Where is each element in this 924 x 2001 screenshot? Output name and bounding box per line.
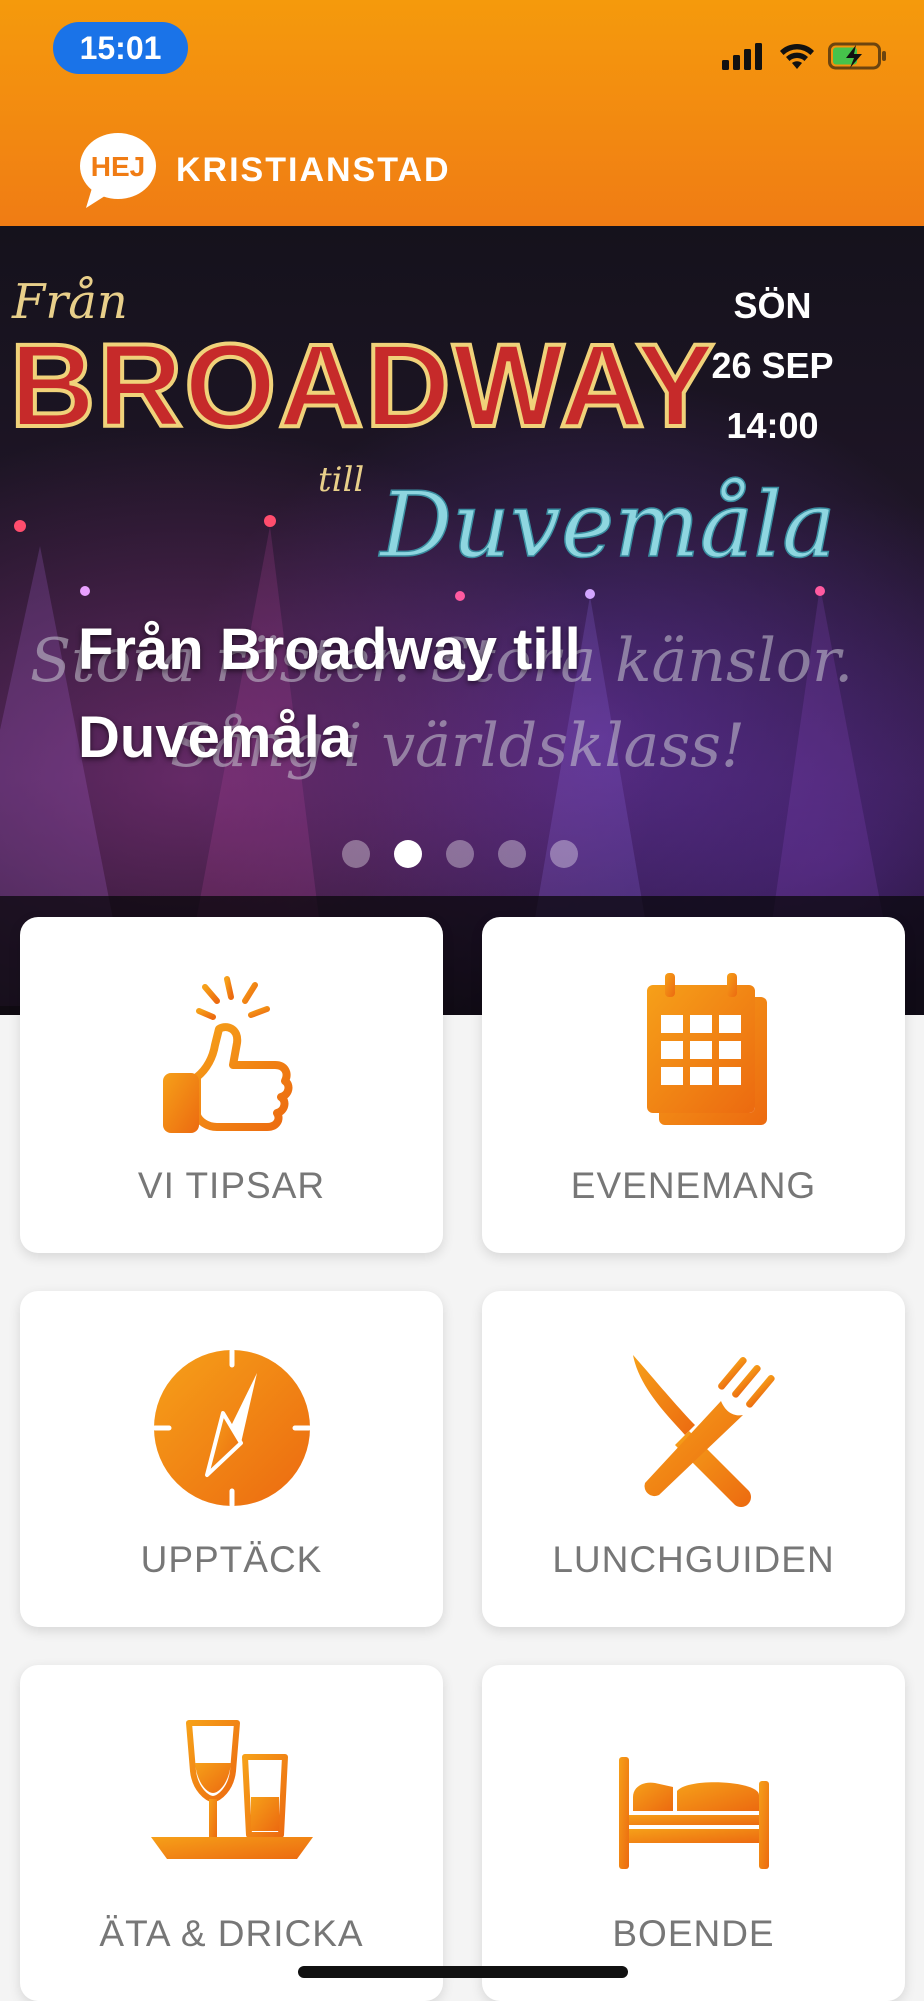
drinks-tray-icon (150, 1720, 313, 1859)
event-date-box: SÖN 26 SEP 14:00 (690, 276, 855, 456)
poster-duvemala-text: Duvemåla (378, 473, 836, 578)
logo-text: HEJ (91, 151, 145, 182)
carousel-dot[interactable] (446, 840, 474, 868)
hero-carousel[interactable]: Från BROADWAY till Duvemåla Stora röster… (0, 226, 924, 1015)
event-title[interactable]: Från Broadway till Duvemåla (78, 606, 798, 782)
tile-vi-tipsar[interactable]: VI TIPSAR (20, 917, 443, 1253)
brand-logo[interactable]: HEJ KRISTIANSTAD (78, 130, 451, 210)
brand-name: KRISTIANSTAD (176, 150, 451, 189)
compass-icon (152, 1348, 311, 1508)
tile-label: EVENEMANG (570, 1165, 817, 1206)
signal-icon (722, 43, 762, 70)
tile-label: LUNCHGUIDEN (552, 1539, 835, 1580)
poster-broadway-text: BROADWAY (10, 320, 717, 452)
home-indicator[interactable] (298, 1966, 628, 1978)
tile-lunchguiden[interactable]: LUNCHGUIDEN (482, 1291, 905, 1627)
hej-speech-bubble-icon: HEJ (80, 133, 156, 208)
tile-boende[interactable]: BOENDE (482, 1665, 905, 2001)
event-date: 26 SEP (711, 345, 834, 386)
app-header: 15:01 HEJ KRISTIANSTAD (0, 0, 924, 226)
carousel-dots[interactable] (342, 840, 578, 868)
poster-till-text: till (318, 460, 364, 500)
tile-label: UPPTÄCK (140, 1539, 323, 1580)
status-icons (722, 38, 888, 74)
thumbs-up-icon (162, 976, 292, 1133)
carousel-dot-active[interactable] (394, 840, 422, 868)
tile-ata-dricka[interactable]: ÄTA & DRICKA (20, 1665, 443, 2001)
carousel-dot[interactable] (498, 840, 526, 868)
tile-label: BOENDE (612, 1913, 775, 1954)
wifi-icon (780, 43, 814, 69)
tile-label: VI TIPSAR (137, 1165, 326, 1206)
calendar-icon (646, 973, 767, 1125)
event-time: 14:00 (726, 405, 819, 446)
battery-charging-icon (828, 42, 886, 70)
bed-icon (618, 1757, 769, 1869)
tile-evenemang[interactable]: EVENEMANG (482, 917, 905, 1253)
tile-label: ÄTA & DRICKA (99, 1913, 364, 1954)
knife-fork-icon (632, 1355, 775, 1507)
carousel-dot[interactable] (342, 840, 370, 868)
event-day: SÖN (733, 285, 812, 326)
carousel-dot[interactable] (550, 840, 578, 868)
tile-upptack[interactable]: UPPTÄCK (20, 1291, 443, 1627)
status-time: 15:01 (53, 22, 188, 74)
